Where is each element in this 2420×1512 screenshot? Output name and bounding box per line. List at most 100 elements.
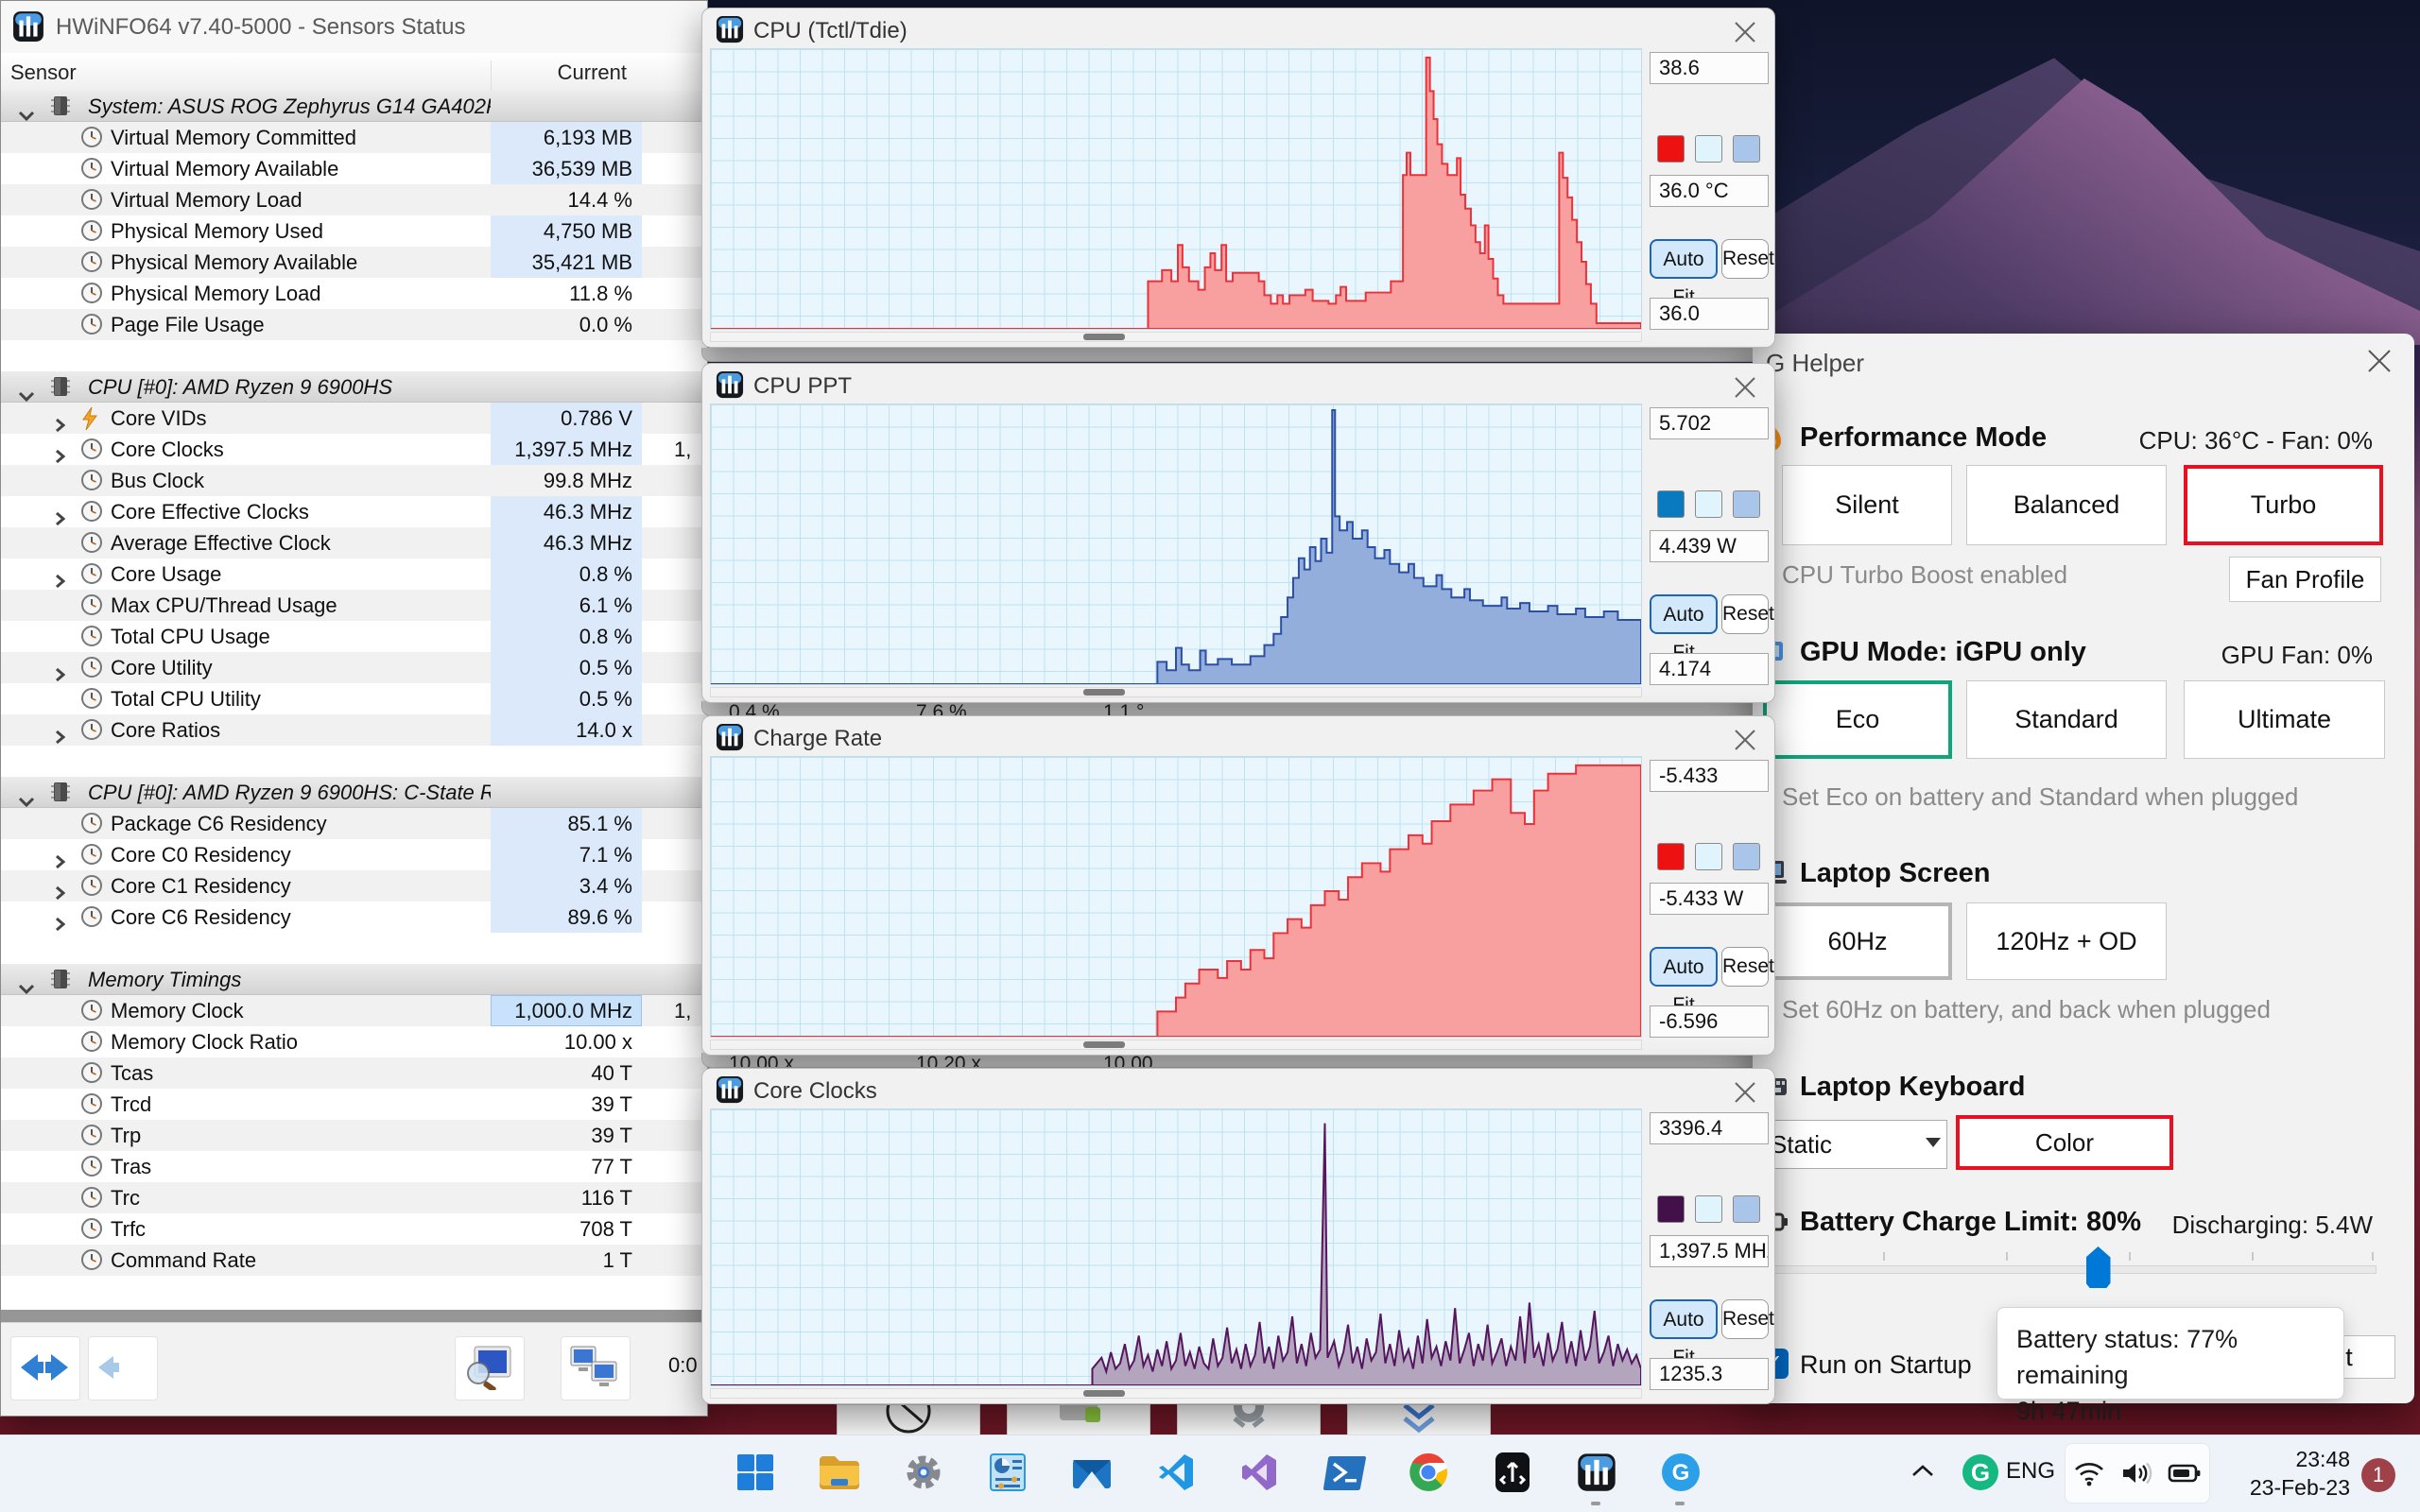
sensor-row[interactable]: Command Rate 1 T [1, 1245, 707, 1276]
system-tray-group[interactable] [2065, 1443, 2210, 1503]
scrollbar-thumb[interactable] [1082, 689, 1125, 696]
expand-chevron-icon[interactable] [54, 885, 66, 901]
reset-button[interactable]: Reset [1721, 239, 1774, 279]
standard-mode-button[interactable]: Standard [1966, 680, 2167, 759]
ultimate-mode-button[interactable]: Ultimate [2184, 680, 2385, 759]
sensor-row[interactable]: Bus Clock 99.8 MHz [1, 465, 707, 496]
sensor-row[interactable]: Core Clocks 1,397.5 MHz 1, [1, 434, 707, 465]
sensor-row[interactable]: Core C6 Residency 89.6 % [1, 902, 707, 933]
chrome-button[interactable] [1403, 1447, 1454, 1498]
scrollbar-thumb[interactable] [1082, 334, 1125, 340]
60hz-button[interactable]: 60Hz [1763, 902, 1952, 980]
sensor-row[interactable]: Virtual Memory Available 36,539 MB [1, 153, 707, 184]
balanced-mode-button[interactable]: Balanced [1966, 465, 2167, 545]
expand-chevron-icon[interactable] [54, 511, 66, 526]
sensor-row[interactable]: Trc 116 T [1, 1182, 707, 1213]
auto-fit-button[interactable]: Auto Fit [1650, 1299, 1718, 1368]
sensor-row[interactable]: Core VIDs 0.786 V [1, 403, 707, 434]
sensor-row[interactable]: Physical Memory Used 4,750 MB [1, 215, 707, 247]
grid-color-swatch[interactable] [1733, 490, 1760, 518]
graph-scrollbar[interactable] [710, 687, 1642, 697]
sensor-row[interactable]: Total CPU Utility 0.5 % [1, 683, 707, 714]
collapse-chevron-icon[interactable] [18, 796, 35, 808]
remote-monitor-button[interactable] [561, 1336, 631, 1400]
mail-button[interactable] [1066, 1447, 1117, 1498]
background-color-swatch[interactable] [1695, 135, 1722, 163]
sensor-section-row[interactable]: CPU [#0]: AMD Ryzen 9 6900HS: C-State Re… [1, 777, 707, 808]
sensor-row[interactable]: Virtual Memory Committed 6,193 MB [1, 122, 707, 153]
reset-button[interactable]: Reset [1721, 1299, 1774, 1339]
turbo-mode-button[interactable]: Turbo [2184, 465, 2383, 545]
sensor-row[interactable]: Core C0 Residency 7.1 % [1, 839, 707, 870]
sensor-row[interactable]: Tras 77 T [1, 1151, 707, 1182]
column-header-current[interactable]: Current [491, 60, 634, 91]
sensor-row[interactable]: Core C1 Residency 3.4 % [1, 870, 707, 902]
sensor-row[interactable]: Page File Usage 0.0 % [1, 309, 707, 340]
keyboard-mode-dropdown[interactable]: Static [1756, 1120, 1947, 1169]
sensor-row[interactable]: Core Usage 0.8 % [1, 558, 707, 590]
auto-fit-button[interactable]: Auto Fit [1650, 594, 1718, 663]
grid-color-swatch[interactable] [1733, 1195, 1760, 1223]
column-header-sensor[interactable]: Sensor [10, 60, 77, 85]
tray-overflow-chevron[interactable] [1910, 1460, 1936, 1483]
grid-color-swatch[interactable] [1733, 843, 1760, 870]
expand-chevron-icon[interactable] [54, 449, 66, 464]
silent-mode-button[interactable]: Silent [1782, 465, 1952, 545]
series-color-swatch[interactable] [1657, 1195, 1685, 1223]
battery-limit-slider-track[interactable] [1760, 1265, 2377, 1274]
sensor-section-row[interactable]: Memory Timings [1, 964, 707, 995]
series-color-swatch[interactable] [1657, 490, 1685, 518]
grid-color-swatch[interactable] [1733, 135, 1760, 163]
settings-button[interactable] [898, 1447, 949, 1498]
graph-scrollbar[interactable] [710, 332, 1642, 342]
file-explorer-button[interactable] [814, 1447, 865, 1498]
series-color-swatch[interactable] [1657, 135, 1685, 163]
powershell-button[interactable] [1319, 1447, 1370, 1498]
120hz-od-button[interactable]: 120Hz + OD [1966, 902, 2167, 980]
screen-capture-button[interactable] [455, 1336, 525, 1400]
visual-studio-button[interactable] [1235, 1447, 1286, 1498]
language-indicator[interactable]: ENG [2006, 1458, 2055, 1485]
hwinfo-titlebar[interactable]: HWiNFO64 v7.40-5000 - Sensors Status [1, 1, 707, 54]
expand-columns-button[interactable] [10, 1336, 80, 1400]
sensor-section-row[interactable]: System: ASUS ROG Zephyrus G14 GA402RK_..… [1, 91, 707, 122]
hwinfo-summary-button[interactable] [982, 1447, 1033, 1498]
ghelper-taskbar-button[interactable]: G [1655, 1447, 1706, 1498]
sensor-row[interactable]: Average Effective Clock 46.3 MHz [1, 527, 707, 558]
fan-profile-button[interactable]: Fan Profile [2229, 557, 2381, 602]
eco-mode-button[interactable]: Eco [1763, 680, 1952, 759]
table-splitter[interactable] [1, 1310, 707, 1322]
graph-scrollbar[interactable] [710, 1040, 1642, 1050]
collapse-chevron-icon[interactable] [18, 983, 35, 995]
hwinfo-taskbar-button[interactable] [1571, 1447, 1622, 1498]
auto-fit-button[interactable]: Auto Fit [1650, 239, 1718, 308]
sensor-row[interactable]: Max CPU/Thread Usage 6.1 % [1, 590, 707, 621]
auto-fit-button[interactable]: Auto Fit [1650, 947, 1718, 1016]
sensor-row[interactable]: Tcas 40 T [1, 1057, 707, 1089]
close-icon[interactable] [2365, 347, 2394, 375]
sensor-row[interactable]: Core Ratios 14.0 x [1, 714, 707, 746]
series-color-swatch[interactable] [1657, 843, 1685, 870]
keyboard-color-button[interactable]: Color [1956, 1115, 2173, 1170]
sensor-row[interactable]: Memory Clock 1,000.0 MHz 1, [1, 995, 707, 1026]
sensor-row[interactable]: Virtual Memory Load 14.4 % [1, 184, 707, 215]
sensor-row[interactable]: Trfc 708 T [1, 1213, 707, 1245]
reset-button[interactable]: Reset [1721, 594, 1774, 634]
sensor-row[interactable]: Trcd 39 T [1, 1089, 707, 1120]
background-color-swatch[interactable] [1695, 1195, 1722, 1223]
sensor-row[interactable]: Physical Memory Available 35,421 MB [1, 247, 707, 278]
collapse-chevron-icon[interactable] [18, 390, 35, 403]
start-button[interactable] [730, 1447, 781, 1498]
expand-chevron-icon[interactable] [54, 418, 66, 433]
sensor-row[interactable]: Memory Clock Ratio 10.00 x [1, 1026, 707, 1057]
taskbar-clock[interactable]: 23:48 23-Feb-23 [2250, 1445, 2350, 1502]
notification-badge[interactable]: 1 [2361, 1458, 2395, 1492]
grammarly-tray-icon[interactable]: G [1962, 1454, 1998, 1490]
scrollbar-thumb[interactable] [1082, 1041, 1125, 1048]
vscode-button[interactable] [1150, 1447, 1201, 1498]
collapse-chevron-icon[interactable] [18, 110, 35, 122]
expand-chevron-icon[interactable] [54, 730, 66, 745]
scrollbar-thumb[interactable] [1082, 1390, 1125, 1397]
graph-scrollbar[interactable] [710, 1388, 1642, 1399]
expand-chevron-icon[interactable] [54, 854, 66, 869]
